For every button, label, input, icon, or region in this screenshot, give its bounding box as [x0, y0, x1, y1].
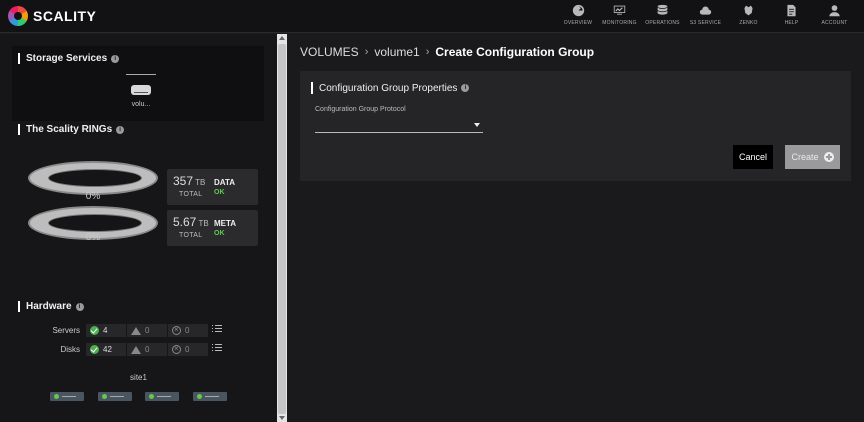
server-node[interactable] — [50, 392, 84, 401]
document-icon — [787, 4, 796, 17]
disks-warning[interactable]: 0 — [127, 343, 167, 356]
cancel-button[interactable]: Cancel — [733, 145, 773, 169]
user-icon — [829, 5, 840, 17]
create-button[interactable]: Create — [785, 145, 840, 169]
server-node[interactable] — [98, 392, 132, 401]
caret-down-icon — [474, 123, 480, 127]
error-circle-icon — [172, 344, 181, 354]
breadcrumb-volumes[interactable]: VOLUMES — [300, 45, 359, 59]
ring-data-stat-card: 357 TB TOTAL DATA OK — [167, 169, 258, 205]
nav-item-help[interactable]: HELP — [770, 4, 813, 30]
protocol-field-label: Configuration Group Protocol — [315, 106, 406, 113]
nav-item-operations[interactable]: OPERATIONS — [641, 4, 684, 30]
error-circle-icon — [172, 325, 181, 335]
nav-item-zenko[interactable]: ZENKO — [727, 4, 770, 30]
list-icon[interactable] — [212, 344, 222, 354]
list-icon[interactable] — [212, 325, 222, 335]
nav-item-overview[interactable]: OVERVIEW — [558, 4, 598, 30]
database-icon — [657, 4, 668, 15]
sidebar-scrollbar[interactable] — [277, 34, 287, 422]
scroll-up-icon[interactable] — [279, 36, 285, 40]
info-icon[interactable]: i — [75, 302, 84, 311]
nav-item-s3-service[interactable]: S3 SERVICE — [684, 4, 727, 30]
server-node[interactable] — [193, 392, 227, 401]
servers-error[interactable]: 0 — [168, 324, 208, 337]
ring-usage-percent: 0% — [85, 232, 101, 243]
scrollbar-thumb[interactable] — [278, 44, 286, 414]
servers-ok[interactable]: 4 — [86, 324, 126, 337]
main-content: VOLUMES › volume1 › Create Configuration… — [287, 34, 864, 422]
nav-label: HELP — [784, 20, 799, 26]
nav-label: MONITORING — [602, 20, 637, 26]
breadcrumb: VOLUMES › volume1 › Create Configuration… — [300, 45, 594, 59]
disks-error[interactable]: 0 — [168, 343, 208, 356]
nav-item-monitoring[interactable]: MONITORING — [598, 4, 641, 30]
status-ok: OK — [214, 230, 225, 237]
nav-label: ACCOUNT — [821, 20, 848, 26]
protocol-select[interactable] — [315, 118, 483, 133]
top-navigation-bar: SCALITY OVERVIEW MONITORING OPERATIONS S… — [0, 0, 864, 33]
ring-meta[interactable]: 0% — [28, 206, 158, 256]
config-group-properties-panel: Configuration Group Properties i Configu… — [300, 71, 851, 181]
nav-label: OVERVIEW — [563, 20, 593, 26]
page-title: Create Configuration Group — [435, 45, 595, 59]
gauge-icon — [572, 4, 584, 17]
ring-meta-stat-card: 5.67 TB TOTAL META OK — [167, 210, 258, 246]
rings-heading: The Scality RINGs i — [18, 124, 125, 135]
storage-services-heading: Storage Services i — [18, 53, 120, 64]
brand-logo[interactable]: SCALITY — [8, 6, 96, 26]
nav-item-account[interactable]: ACCOUNT — [813, 4, 856, 30]
chevron-right-icon: › — [425, 46, 430, 58]
hardware-row-disks: Disks 42 0 0 — [0, 343, 277, 357]
nav-label: ZENKO — [739, 20, 758, 26]
ring-data[interactable]: 0% — [28, 161, 158, 211]
hard-drive-icon — [131, 85, 151, 95]
breadcrumb-volume[interactable]: volume1 — [374, 45, 419, 59]
panel-title: Configuration Group Properties i — [311, 82, 470, 94]
chevron-right-icon: › — [364, 46, 369, 58]
brand-name: SCALITY — [33, 8, 97, 24]
check-circle-icon — [90, 326, 99, 335]
zenko-icon — [744, 5, 753, 16]
disks-ok[interactable]: 42 — [86, 343, 126, 356]
warning-icon — [131, 326, 141, 335]
s3-cloud-icon — [699, 6, 712, 15]
scroll-down-icon[interactable] — [279, 416, 285, 420]
info-icon[interactable]: i — [111, 54, 120, 63]
nav-label: S3 SERVICE — [689, 20, 722, 26]
status-ok: OK — [214, 189, 225, 196]
volume-tile[interactable]: volu... — [126, 74, 156, 116]
plus-circle-icon — [823, 152, 834, 162]
scality-logo-icon — [8, 6, 28, 26]
info-icon[interactable]: i — [461, 84, 470, 92]
info-icon[interactable]: i — [116, 125, 125, 134]
server-node[interactable] — [145, 392, 179, 401]
hardware-heading: Hardware i — [18, 301, 84, 312]
warning-icon — [131, 345, 141, 354]
monitor-icon — [613, 5, 626, 15]
check-circle-icon — [90, 345, 99, 354]
ring-usage-percent: 0% — [85, 191, 101, 202]
hardware-row-servers: Servers 4 0 0 — [0, 324, 277, 338]
site-label: site1 — [130, 373, 147, 382]
servers-warning[interactable]: 0 — [127, 324, 167, 337]
main-nav: OVERVIEW MONITORING OPERATIONS S3 SERVIC… — [558, 4, 856, 30]
dashboard-sidebar: Storage Services i volu... The Scality R… — [0, 34, 277, 422]
nav-label: OPERATIONS — [645, 20, 680, 26]
volume-label: volu... — [131, 101, 151, 108]
